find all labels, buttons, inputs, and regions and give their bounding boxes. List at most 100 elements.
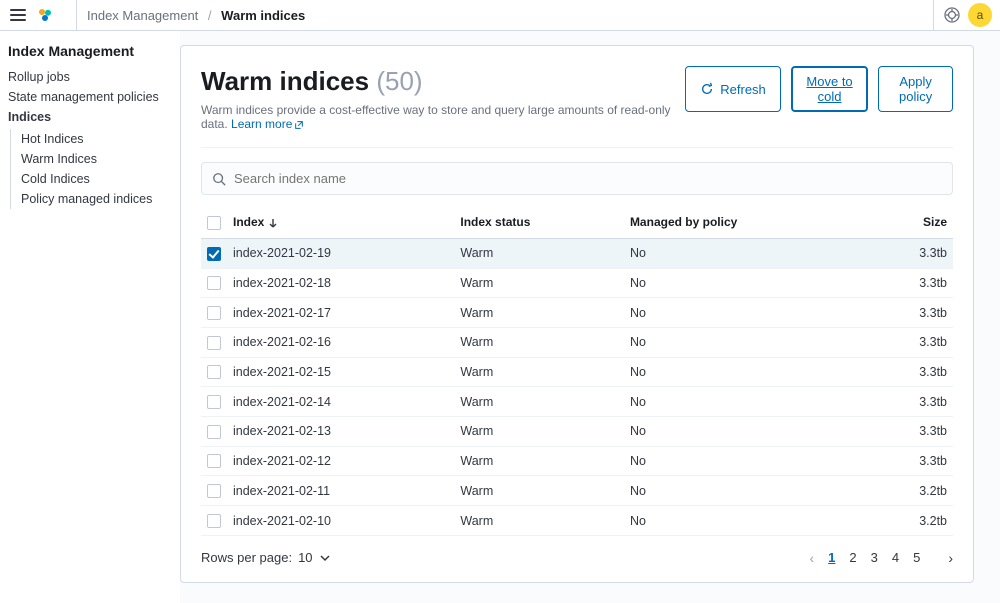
cell-size: 3.3tb [871,357,953,387]
divider [201,147,953,148]
cell-index: index-2021-02-13 [227,417,454,447]
breadcrumb-parent[interactable]: Index Management [87,8,198,23]
search-bar[interactable] [201,162,953,195]
cell-index: index-2021-02-14 [227,387,454,417]
col-size[interactable]: Size [871,207,953,238]
sidebar-item-state-policies[interactable]: State management policies [8,87,180,107]
row-checkbox[interactable] [207,247,221,261]
panel: Warm indices (50) Warm indices provide a… [180,45,974,583]
cell-index: index-2021-02-18 [227,268,454,298]
avatar-initial: a [977,8,984,22]
page-3[interactable]: 3 [871,550,878,565]
move-to-cold-label: Move to cold [806,74,854,104]
table-row[interactable]: index-2021-02-18WarmNo3.3tb [201,268,953,298]
page-title-count: (50) [376,66,422,96]
cell-size: 3.3tb [871,417,953,447]
cell-status: Warm [454,446,624,476]
row-checkbox[interactable] [207,336,221,350]
cell-size: 3.3tb [871,387,953,417]
external-link-icon [294,120,304,130]
action-buttons: Refresh Move to cold Apply policy [685,66,953,112]
cell-status: Warm [454,476,624,506]
sidebar-item-hot-indices[interactable]: Hot Indices [21,129,180,149]
search-input[interactable] [234,171,942,186]
sidebar-item-cold-indices[interactable]: Cold Indices [21,169,180,189]
select-all-checkbox[interactable] [207,216,221,230]
sidebar-item-rollup[interactable]: Rollup jobs [8,67,180,87]
row-checkbox[interactable] [207,306,221,320]
divider [76,0,77,31]
sidebar-item-warm-indices[interactable]: Warm Indices [21,149,180,169]
table-row[interactable]: index-2021-02-19WarmNo3.3tb [201,238,953,268]
cell-size: 3.2tb [871,476,953,506]
table-row[interactable]: index-2021-02-11WarmNo3.2tb [201,476,953,506]
sidebar-item-policy-managed[interactable]: Policy managed indices [21,189,180,209]
apply-policy-label: Apply policy [893,74,938,104]
menu-toggle-icon[interactable] [10,7,26,23]
col-index[interactable]: Index [227,207,454,238]
page-4[interactable]: 4 [892,550,899,565]
rows-per-page[interactable]: Rows per page: 10 [201,550,331,565]
cell-size: 3.3tb [871,446,953,476]
refresh-label: Refresh [720,82,766,97]
cell-index: index-2021-02-19 [227,238,454,268]
row-checkbox[interactable] [207,395,221,409]
row-checkbox[interactable] [207,276,221,290]
table-row[interactable]: index-2021-02-14WarmNo3.3tb [201,387,953,417]
table-row[interactable]: index-2021-02-17WarmNo3.3tb [201,298,953,328]
table-row[interactable]: index-2021-02-10WarmNo3.2tb [201,506,953,536]
cell-size: 3.3tb [871,268,953,298]
cell-size: 3.3tb [871,298,953,328]
prev-page-button[interactable]: ‹ [809,550,814,566]
cell-index: index-2021-02-15 [227,357,454,387]
cell-managed: No [624,327,871,357]
cell-status: Warm [454,417,624,447]
table-row[interactable]: index-2021-02-12WarmNo3.3tb [201,446,953,476]
rows-per-page-value: 10 [298,550,312,565]
cell-managed: No [624,476,871,506]
col-status[interactable]: Index status [454,207,624,238]
breadcrumb: Index Management / Warm indices [87,8,305,23]
cell-status: Warm [454,357,624,387]
row-checkbox[interactable] [207,514,221,528]
cell-status: Warm [454,268,624,298]
chevron-down-icon [319,552,331,564]
refresh-icon [700,82,714,96]
page-title-text: Warm indices [201,66,369,96]
sidebar: Index Management Rollup jobs State manag… [0,31,180,603]
page-description: Warm indices provide a cost-effective wa… [201,103,685,131]
sidebar-title: Index Management [8,43,180,59]
cell-managed: No [624,387,871,417]
help-icon[interactable] [944,7,960,23]
row-checkbox[interactable] [207,425,221,439]
divider [933,0,934,31]
move-to-cold-button[interactable]: Move to cold [791,66,869,112]
col-managed[interactable]: Managed by policy [624,207,871,238]
table-row[interactable]: index-2021-02-15WarmNo3.3tb [201,357,953,387]
sidebar-item-indices[interactable]: Indices [8,107,180,127]
page-2[interactable]: 2 [849,550,856,565]
sidebar-sub: Hot Indices Warm Indices Cold Indices Po… [10,129,180,209]
cell-managed: No [624,357,871,387]
cell-managed: No [624,446,871,476]
refresh-button[interactable]: Refresh [685,66,781,112]
top-bar: Index Management / Warm indices a [0,0,1000,31]
apply-policy-button[interactable]: Apply policy [878,66,953,112]
cell-status: Warm [454,506,624,536]
cell-size: 3.2tb [871,506,953,536]
page-5[interactable]: 5 [913,550,920,565]
table-footer: Rows per page: 10 ‹ 12345 › [201,550,953,566]
next-page-button[interactable]: › [948,550,953,566]
cell-status: Warm [454,298,624,328]
learn-more-link[interactable]: Learn more [231,117,304,131]
rows-per-page-label: Rows per page: [201,550,292,565]
row-checkbox[interactable] [207,365,221,379]
user-avatar[interactable]: a [968,3,992,27]
table-row[interactable]: index-2021-02-13WarmNo3.3tb [201,417,953,447]
table-row[interactable]: index-2021-02-16WarmNo3.3tb [201,327,953,357]
row-checkbox[interactable] [207,454,221,468]
page-1[interactable]: 1 [828,550,835,565]
cell-status: Warm [454,327,624,357]
row-checkbox[interactable] [207,484,221,498]
main-content: Warm indices (50) Warm indices provide a… [180,31,1000,603]
